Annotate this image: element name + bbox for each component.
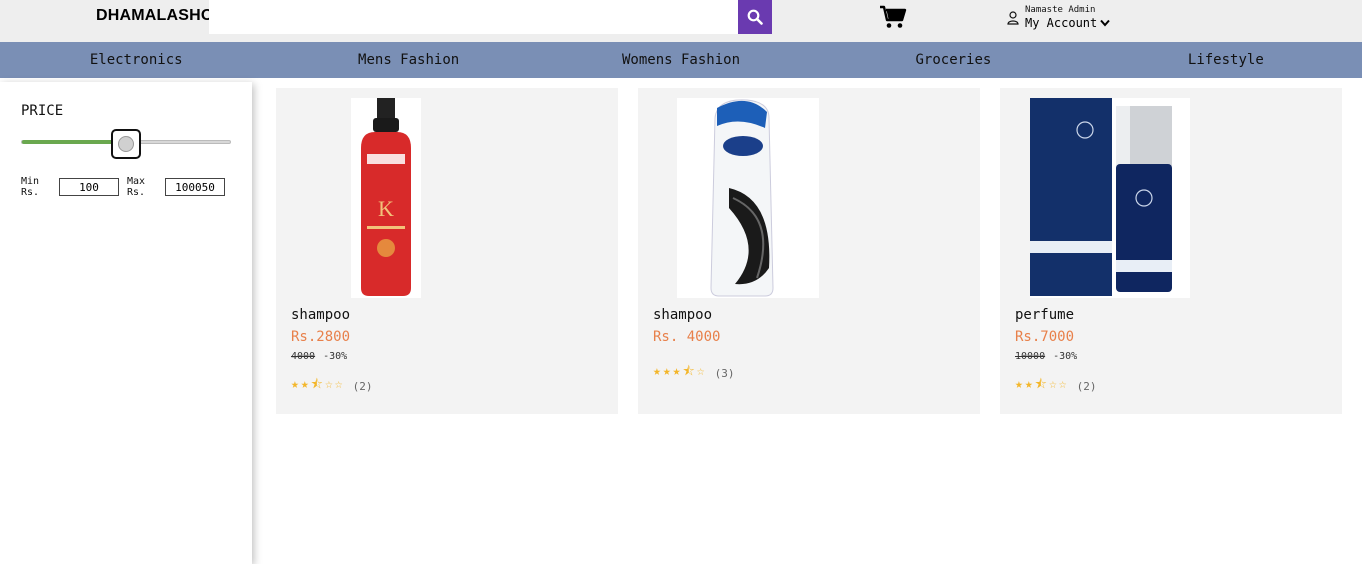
product-old-price: 10000 -30% <box>1015 351 1077 362</box>
user-icon <box>1007 10 1019 25</box>
product-rating: ★★★⯪☆ (3) <box>653 362 735 384</box>
price-filter-title: PRICE <box>21 103 64 119</box>
rating-count: (2) <box>1076 379 1097 393</box>
max-price-label: Max Rs. <box>127 176 146 198</box>
svg-text:K: K <box>378 196 394 221</box>
product-name[interactable]: shampoo <box>653 307 712 323</box>
original-price: 4000 <box>291 351 316 362</box>
max-price-input[interactable] <box>165 178 225 196</box>
nav-item-womens-fashion[interactable]: Womens Fashion <box>545 42 817 78</box>
product-card[interactable]: K shampoo Rs.2800 4000 -30% ★★⯪☆☆ (2) <box>276 88 618 414</box>
search-input[interactable] <box>209 0 738 34</box>
greeting-text: Namaste Admin <box>1025 5 1096 15</box>
product-name[interactable]: shampoo <box>291 307 350 323</box>
star-icon: ★★★⯪☆ <box>653 364 707 379</box>
my-account-text: My Account <box>1025 16 1098 30</box>
discount-badge: -30% <box>1053 351 1078 362</box>
header: DHAMALASHOP Namaste Admin My Account <box>0 0 1362 42</box>
star-icon: ★★⯪☆☆ <box>1015 377 1069 392</box>
product-card[interactable]: perfume Rs.7000 10000 -30% ★★⯪☆☆ (2) <box>1000 88 1342 414</box>
price-range-inputs: Min Rs. Max Rs. <box>21 176 233 198</box>
nav-item-mens-fashion[interactable]: Mens Fashion <box>272 42 544 78</box>
search-button[interactable] <box>738 0 772 34</box>
product-old-price: 4000 -30% <box>291 351 347 362</box>
account-menu[interactable]: Namaste Admin My Account <box>1007 5 1110 30</box>
chevron-down-icon <box>1100 19 1110 27</box>
product-rating: ★★⯪☆☆ (2) <box>1015 375 1097 397</box>
min-price-label: Min Rs. <box>21 176 40 198</box>
filter-sidebar: PRICE Min Rs. Max Rs. <box>0 82 252 564</box>
rating-count: (2) <box>352 379 373 393</box>
category-nav: Electronics Mens Fashion Womens Fashion … <box>0 42 1362 78</box>
nav-item-lifestyle[interactable]: Lifestyle <box>1090 42 1362 78</box>
cart-icon[interactable] <box>879 5 907 29</box>
my-account-label[interactable]: My Account <box>1025 16 1110 30</box>
min-price-input[interactable] <box>59 178 119 196</box>
product-price: Rs.2800 <box>291 329 351 345</box>
original-price: 10000 <box>1015 351 1046 362</box>
discount-badge: -30% <box>323 351 348 362</box>
product-image-shampoo-bottle: K <box>351 98 421 298</box>
nav-item-electronics[interactable]: Electronics <box>0 42 272 78</box>
site-logo[interactable]: DHAMALASHOP <box>96 7 224 25</box>
price-slider-handle[interactable] <box>111 129 141 159</box>
product-image-perfume-box <box>1030 98 1190 298</box>
rating-count: (3) <box>714 366 735 380</box>
product-price: Rs.7000 <box>1015 329 1075 345</box>
star-icon: ★★⯪☆☆ <box>291 377 345 392</box>
product-rating: ★★⯪☆☆ (2) <box>291 375 373 397</box>
search-icon <box>747 9 763 25</box>
product-card[interactable]: shampoo Rs. 4000 ★★★⯪☆ (3) <box>638 88 980 414</box>
nav-item-groceries[interactable]: Groceries <box>817 42 1089 78</box>
product-name[interactable]: perfume <box>1015 307 1074 323</box>
product-image-shampoo-bottle <box>677 98 819 298</box>
product-price: Rs. 4000 <box>653 329 721 345</box>
